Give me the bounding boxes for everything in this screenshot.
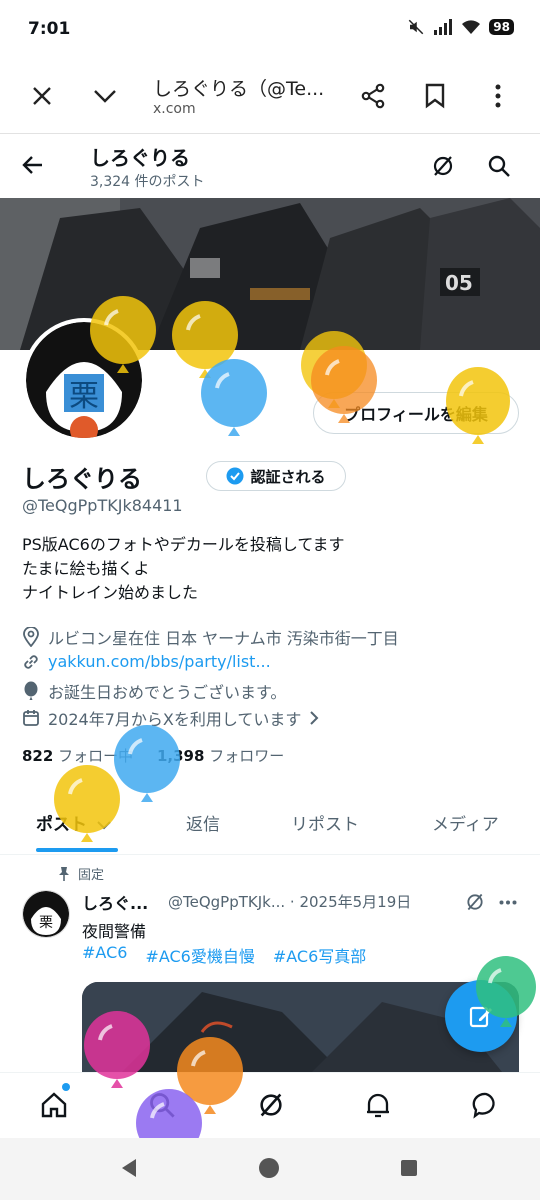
system-recents-icon[interactable] — [400, 1159, 418, 1177]
tab-media[interactable]: メディア — [432, 810, 499, 835]
post-author-name[interactable]: しろぐ... — [82, 890, 148, 914]
back-icon[interactable] — [22, 154, 44, 176]
profile-website[interactable]: yakkun.com/bbs/party/list... — [22, 652, 271, 671]
verified-badge-icon — [226, 467, 244, 485]
share-icon[interactable] — [360, 83, 386, 109]
bell-icon[interactable] — [365, 1091, 391, 1119]
message-icon[interactable] — [472, 1091, 500, 1119]
system-navigation — [0, 1138, 540, 1200]
battery-indicator: 98 — [489, 19, 514, 35]
pin-icon — [58, 866, 70, 882]
chevron-right-icon — [309, 710, 319, 726]
get-verified-button[interactable]: 認証される — [206, 461, 346, 491]
close-icon[interactable] — [30, 84, 54, 108]
bio-line: PS版AC6のフォトやデカールを投稿してます — [22, 535, 345, 554]
profile-avatar[interactable]: 栗 — [22, 318, 146, 442]
status-time: 7:01 — [28, 19, 71, 39]
location-text: ルビコン星在住 日本 ヤーナム市 汚染市街一丁目 — [48, 629, 399, 648]
chevron-down-icon[interactable] — [92, 86, 118, 106]
tab-reposts[interactable]: リポスト — [291, 810, 359, 835]
compose-button[interactable] — [445, 980, 517, 1052]
pinned-label: 固定 — [58, 864, 104, 883]
hashtag-link[interactable]: #AC6 — [82, 943, 127, 967]
header-post-count: 3,324 件のポスト — [90, 174, 205, 190]
website-link[interactable]: yakkun.com/bbs/party/list... — [48, 652, 271, 671]
bottom-navigation — [0, 1072, 540, 1138]
get-verified-label: 認証される — [250, 467, 326, 486]
birthday-text: お誕生日おめでとうございます。 — [48, 683, 287, 702]
more-icon[interactable] — [499, 900, 517, 905]
system-back-icon[interactable] — [120, 1158, 138, 1178]
bookmark-icon[interactable] — [424, 83, 446, 109]
profile-location: ルビコン星在住 日本 ヤーナム市 汚染市街一丁目 — [22, 625, 399, 649]
hashtag-link[interactable]: #AC6愛機自慢 — [145, 943, 254, 967]
page-url[interactable]: x.com — [153, 101, 196, 117]
profile-handle: @TeQgPpTKJk84411 — [22, 496, 183, 515]
grok-icon[interactable] — [431, 154, 455, 178]
location-icon — [22, 627, 40, 647]
profile-name: しろぐりる — [22, 465, 142, 493]
profile-birthday: お誕生日おめでとうございます。 — [22, 679, 286, 703]
profile-tabs: ポスト 返信 リポスト メディア — [0, 795, 540, 855]
system-home-icon[interactable] — [258, 1157, 280, 1179]
browser-toolbar: しろぐりる（@Te... x.com — [0, 58, 540, 134]
page-title: しろぐりる（@Te... — [153, 78, 325, 100]
hashtag-link[interactable]: #AC6写真部 — [273, 943, 366, 967]
joined-text: 2024年7月からXを利用しています — [48, 710, 302, 729]
svg-text:栗: 栗 — [69, 379, 99, 414]
tab-posts[interactable]: ポスト — [36, 810, 111, 835]
tab-active-indicator — [36, 848, 118, 852]
grok-icon[interactable] — [257, 1091, 285, 1119]
grok-icon[interactable] — [465, 892, 485, 912]
balloon-icon — [22, 681, 40, 701]
status-icons: 98 — [407, 18, 514, 36]
status-bar: 7:01 98 — [0, 0, 540, 58]
more-icon[interactable] — [494, 84, 502, 108]
edit-profile-button[interactable]: プロフィールを編集 — [313, 392, 519, 434]
notification-dot — [62, 1083, 70, 1091]
home-icon[interactable] — [40, 1091, 68, 1119]
following-link[interactable]: 822 フォロー中 — [22, 747, 133, 765]
link-icon — [22, 653, 40, 671]
post-avatar[interactable]: 栗 — [22, 890, 70, 938]
calendar-icon — [22, 709, 40, 727]
profile-joined[interactable]: 2024年7月からXを利用しています — [22, 706, 319, 730]
post-handle-date: @TeQgPpTKJk... · 2025年5月19日 — [168, 893, 412, 911]
mute-icon — [407, 18, 425, 36]
followers-link[interactable]: 1,398 フォロワー — [157, 747, 284, 765]
svg-text:05: 05 — [445, 271, 473, 295]
birthday-balloon — [201, 359, 267, 436]
header-name: しろぐりる — [90, 146, 190, 170]
bio-line: ナイトレイン始めました — [22, 583, 199, 602]
svg-text:栗: 栗 — [39, 915, 53, 931]
follow-stats: 822 フォロー中 1,398 フォロワー — [22, 745, 284, 766]
compose-icon — [467, 1002, 495, 1030]
bio-line: たまに絵も描くよ — [22, 559, 150, 578]
profile-header-bar: しろぐりる 3,324 件のポスト — [0, 134, 540, 198]
chevron-down-icon — [97, 820, 111, 830]
post-hashtags: #AC6 #AC6愛機自慢 #AC6写真部 — [82, 943, 366, 967]
search-icon[interactable] — [148, 1091, 176, 1119]
wifi-icon — [461, 19, 481, 35]
tab-replies[interactable]: 返信 — [186, 810, 220, 835]
signal-icon — [433, 19, 453, 35]
search-icon[interactable] — [487, 154, 511, 178]
post-text: 夜間警備 — [82, 922, 147, 941]
